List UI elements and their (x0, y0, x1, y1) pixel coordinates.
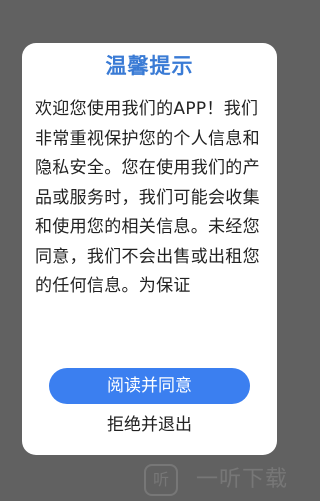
privacy-notice-text[interactable]: 欢迎您使用我们的APP！我们非常重视保护您的个人信息和隐私安全。您在使用我们的产… (35, 95, 267, 385)
privacy-dialog: 温馨提示 欢迎您使用我们的APP！我们非常重视保护您的个人信息和隐私安全。您在使… (22, 43, 277, 455)
agree-button[interactable]: 阅读并同意 (49, 368, 250, 404)
watermark: 听 一听下载 (140, 462, 300, 498)
dialog-title: 温馨提示 (105, 54, 194, 78)
watermark-text: 一听下载 (196, 467, 289, 492)
watermark-logo: 听 (144, 464, 178, 496)
app-screen: 温馨提示 欢迎您使用我们的APP！我们非常重视保护您的个人信息和隐私安全。您在使… (0, 0, 300, 501)
reject-exit-button[interactable]: 拒绝并退出 (49, 408, 250, 442)
